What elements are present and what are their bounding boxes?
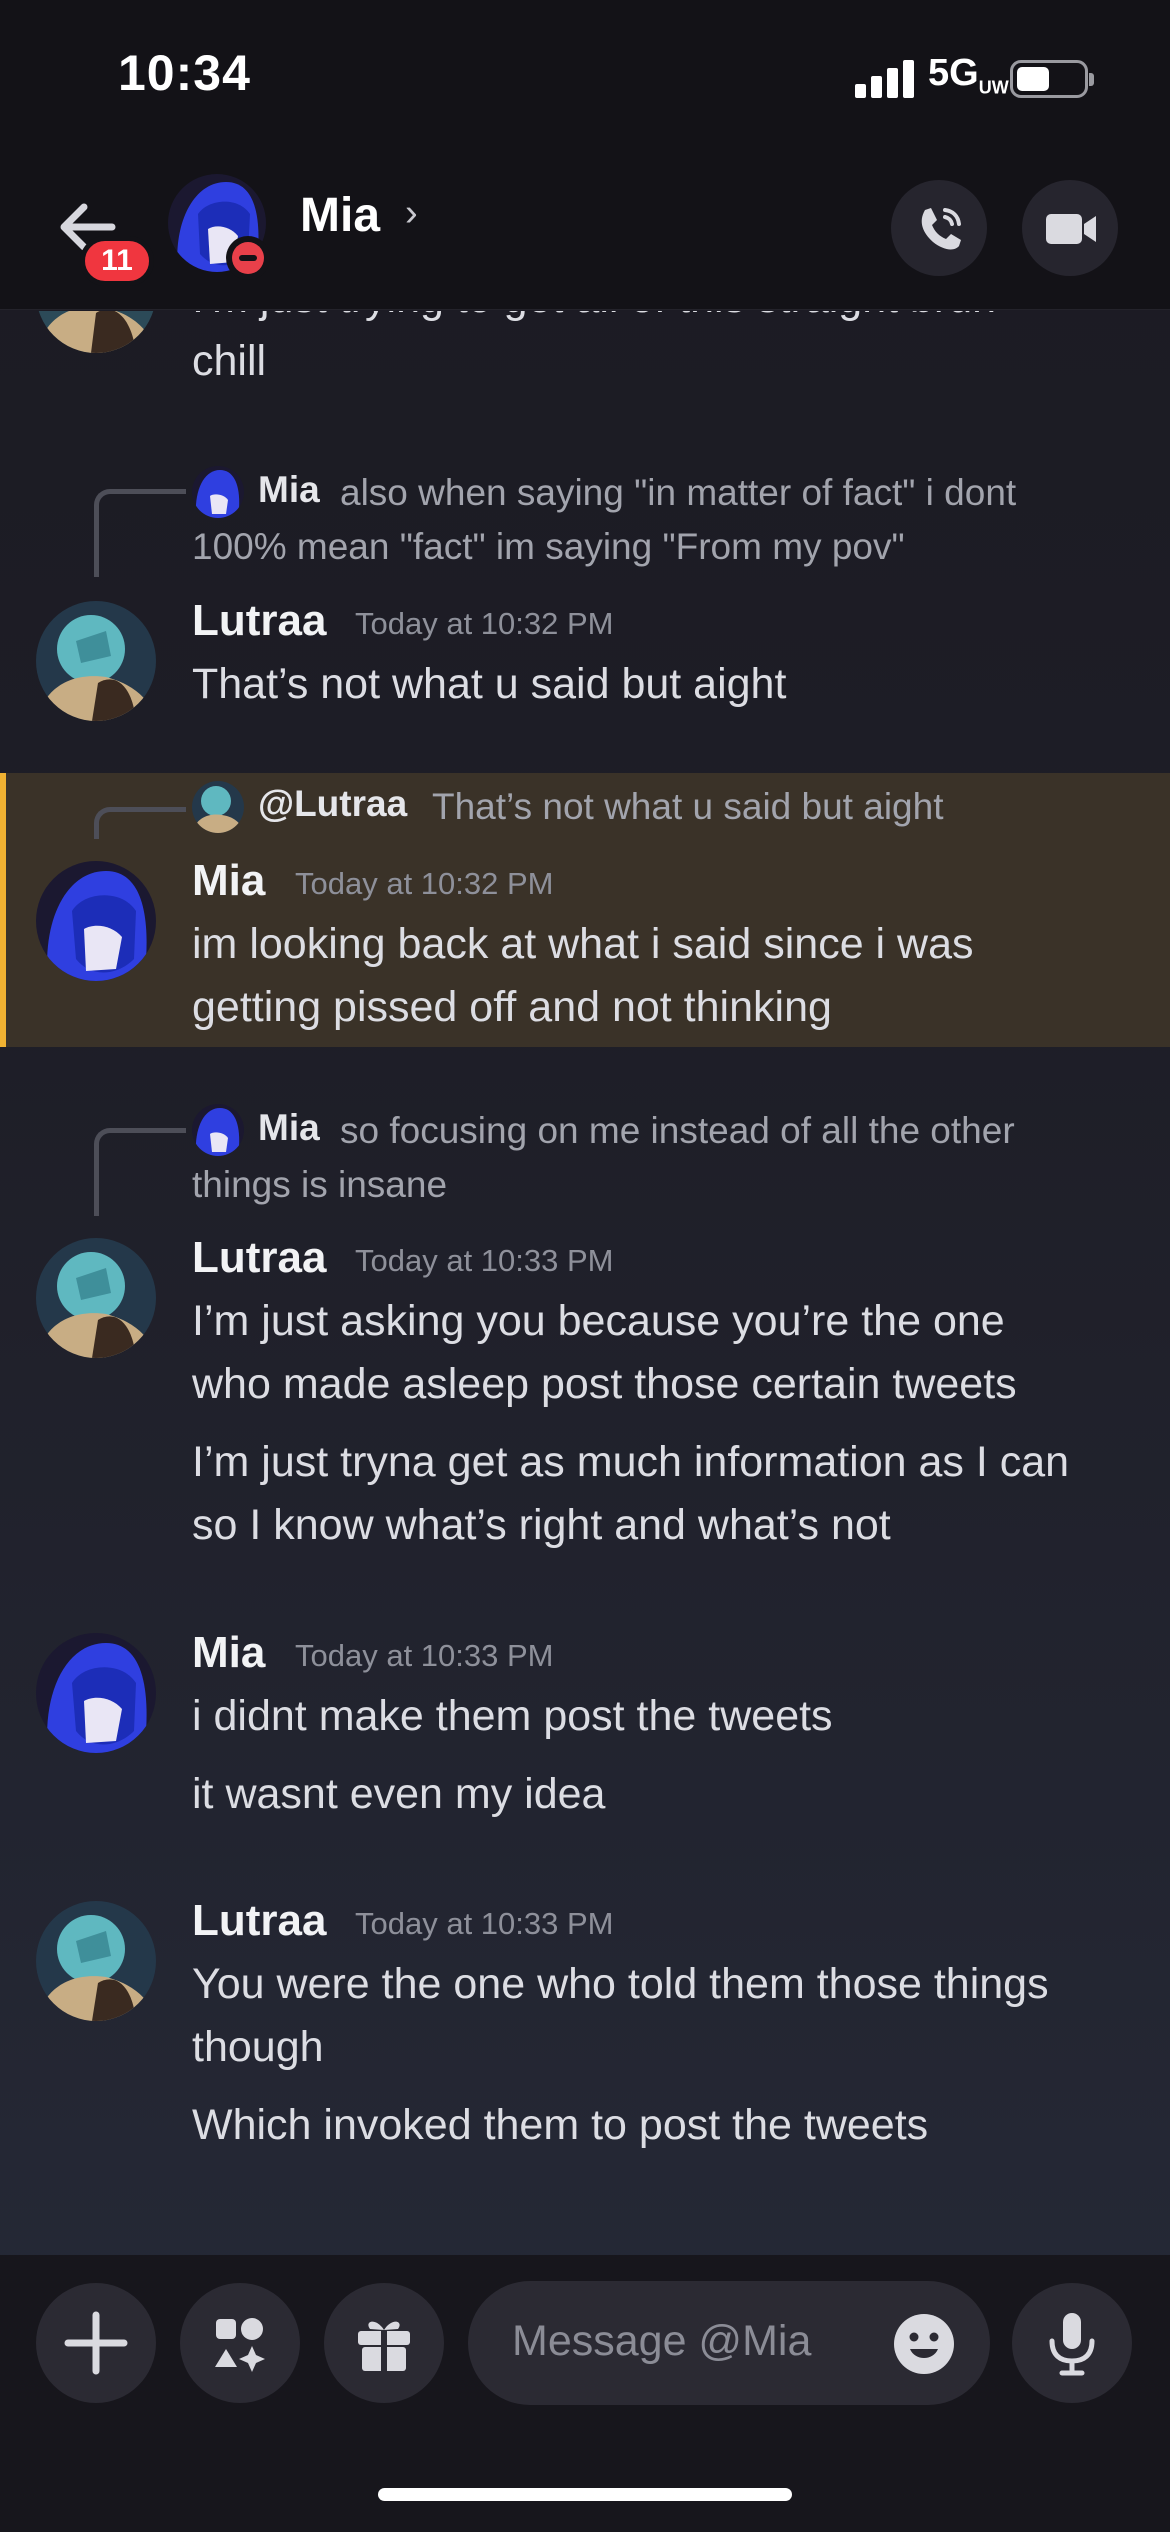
- reply-avatar: [192, 781, 244, 833]
- dnd-status-icon: [226, 236, 270, 280]
- reply-connector: [94, 1128, 186, 1216]
- reply-preview[interactable]: That’s not what u said but aight: [432, 780, 943, 834]
- status-time: 10:34: [118, 45, 251, 101]
- message-text: You were the one who told them those thi…: [192, 1960, 1049, 2008]
- message-timestamp: Today at 10:32 PM: [355, 606, 614, 641]
- network-sub: UW: [978, 77, 1009, 98]
- message-text: chill: [192, 337, 267, 385]
- message-text: im looking back at what i said since i w…: [192, 920, 974, 968]
- message-text: getting pissed off and not thinking: [192, 983, 832, 1031]
- reply-preview[interactable]: so focusing on me instead of all the oth…: [340, 1104, 1015, 1158]
- reply-connector: [94, 807, 186, 839]
- message-text: so I know what’s right and what’s not: [192, 1501, 891, 1549]
- video-camera-icon: [1046, 214, 1096, 244]
- header-title[interactable]: Mia: [300, 188, 380, 243]
- reply-preview[interactable]: 100% mean "fact" im saying "From my pov": [192, 520, 905, 574]
- message-username[interactable]: Lutraa: [192, 1233, 326, 1283]
- reply-avatar: [192, 1104, 244, 1156]
- message-input-placeholder: Message @Mia: [512, 2317, 812, 2365]
- call-button[interactable]: [891, 180, 987, 276]
- avatar[interactable]: [36, 1901, 156, 2021]
- apps-icon: [215, 2318, 265, 2372]
- signal-strength-icon: [855, 58, 915, 98]
- message-timestamp: Today at 10:33 PM: [355, 1906, 614, 1941]
- unread-badge: 11: [80, 236, 154, 286]
- message-username[interactable]: Lutraa: [192, 1896, 326, 1946]
- network-label: 5GUW: [928, 52, 1009, 99]
- avatar[interactable]: [36, 1238, 156, 1358]
- chevron-right-icon[interactable]: ›: [405, 192, 418, 235]
- reply-connector: [94, 489, 186, 577]
- battery-icon: [1010, 60, 1094, 98]
- reply-username[interactable]: Mia: [258, 469, 320, 511]
- message-text: That’s not what u said but aight: [192, 660, 787, 708]
- reply-username[interactable]: Mia: [258, 1107, 320, 1149]
- status-bar: 10:34 5GUW: [0, 0, 1170, 150]
- reply-username[interactable]: @Lutraa: [258, 783, 407, 825]
- avatar[interactable]: [36, 601, 156, 721]
- microphone-icon: [1049, 2313, 1095, 2376]
- home-indicator[interactable]: [378, 2488, 792, 2501]
- message-timestamp: Today at 10:33 PM: [355, 1243, 614, 1278]
- gift-icon: [358, 2321, 410, 2371]
- message-username[interactable]: Mia: [192, 1628, 265, 1678]
- attach-button[interactable]: [36, 2283, 156, 2403]
- network-type: 5G: [928, 52, 979, 94]
- plus-icon: [64, 2311, 128, 2375]
- avatar[interactable]: [36, 861, 156, 981]
- avatar[interactable]: [36, 311, 156, 353]
- message-text: i didnt make them post the tweets: [192, 1692, 833, 1740]
- emoji-icon[interactable]: [893, 2313, 955, 2375]
- reply-avatar: [192, 466, 244, 518]
- avatar[interactable]: [36, 1633, 156, 1753]
- message-username[interactable]: Mia: [192, 856, 265, 906]
- message-timestamp: Today at 10:33 PM: [295, 1638, 554, 1673]
- message-text: I'm just trying to get all of this strai…: [192, 311, 996, 330]
- video-call-button[interactable]: [1022, 180, 1118, 276]
- apps-button[interactable]: [180, 2283, 300, 2403]
- message-text: though: [192, 2023, 324, 2071]
- phone-icon: [921, 208, 961, 250]
- message-input[interactable]: Message @Mia: [468, 2281, 990, 2405]
- message-text: it wasnt even my idea: [192, 1770, 606, 1818]
- message-timestamp: Today at 10:32 PM: [295, 866, 554, 901]
- message-text: who made asleep post those certain tweet…: [192, 1360, 1017, 1408]
- message-username[interactable]: Lutraa: [192, 596, 326, 646]
- message-text: I’m just asking you because you’re the o…: [192, 1297, 1005, 1345]
- message-text: Which invoked them to post the tweets: [192, 2101, 929, 2149]
- reply-preview[interactable]: also when saying "in matter of fact" i d…: [340, 466, 1016, 520]
- gift-button[interactable]: [324, 2283, 444, 2403]
- message-list[interactable]: I'm just trying to get all of this strai…: [0, 311, 1170, 2255]
- message-text: I’m just tryna get as much information a…: [192, 1438, 1070, 1486]
- reply-preview[interactable]: things is insane: [192, 1158, 447, 1212]
- voice-message-button[interactable]: [1012, 2283, 1132, 2403]
- chat-header: 11 Mia ›: [0, 150, 1170, 310]
